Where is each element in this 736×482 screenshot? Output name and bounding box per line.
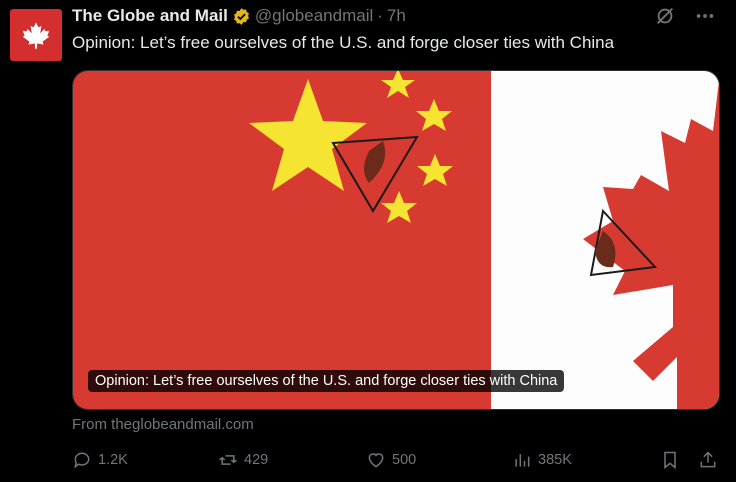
separator-dot: · bbox=[377, 6, 383, 25]
card-source[interactable]: From theglobeandmail.com bbox=[72, 416, 254, 433]
account-name[interactable]: The Globe and Mail bbox=[72, 6, 228, 26]
grok-icon[interactable] bbox=[654, 5, 676, 27]
repost-button[interactable]: 429 bbox=[218, 450, 268, 470]
reply-icon bbox=[74, 452, 90, 469]
views-icon bbox=[515, 454, 530, 467]
like-count: 500 bbox=[392, 452, 417, 468]
share-icon bbox=[700, 451, 716, 468]
reply-button[interactable]: 1.2K bbox=[72, 450, 128, 470]
more-icon[interactable] bbox=[694, 5, 716, 27]
view-count: 385K bbox=[538, 452, 572, 468]
like-button[interactable]: 500 bbox=[366, 450, 416, 470]
timestamp[interactable]: 7h bbox=[387, 6, 406, 26]
like-icon bbox=[368, 453, 384, 468]
share-button[interactable] bbox=[698, 450, 718, 470]
maple-leaf-icon bbox=[22, 22, 50, 49]
account-handle[interactable]: @globeandmail bbox=[255, 6, 373, 26]
card-caption: Opinion: Let’s free ourselves of the U.S… bbox=[88, 370, 565, 392]
repost-icon bbox=[219, 455, 237, 465]
bookmark-button[interactable] bbox=[660, 450, 680, 470]
tweet-header: The Globe and Mail @globeandmail · 7h bbox=[72, 5, 716, 27]
views-button[interactable]: 385K bbox=[512, 450, 572, 470]
action-bar: 1.2K 429 500 385K bbox=[72, 450, 722, 476]
header-actions bbox=[654, 5, 716, 27]
verified-badge-icon bbox=[233, 7, 249, 25]
bookmark-icon bbox=[664, 451, 676, 470]
repost-count: 429 bbox=[244, 452, 269, 468]
tweet-text: Opinion: Let’s free ourselves of the U.S… bbox=[72, 33, 615, 52]
avatar[interactable] bbox=[10, 9, 62, 61]
card-image bbox=[73, 71, 719, 409]
reply-count: 1.2K bbox=[98, 452, 128, 468]
link-card[interactable]: Opinion: Let’s free ourselves of the U.S… bbox=[72, 70, 720, 410]
